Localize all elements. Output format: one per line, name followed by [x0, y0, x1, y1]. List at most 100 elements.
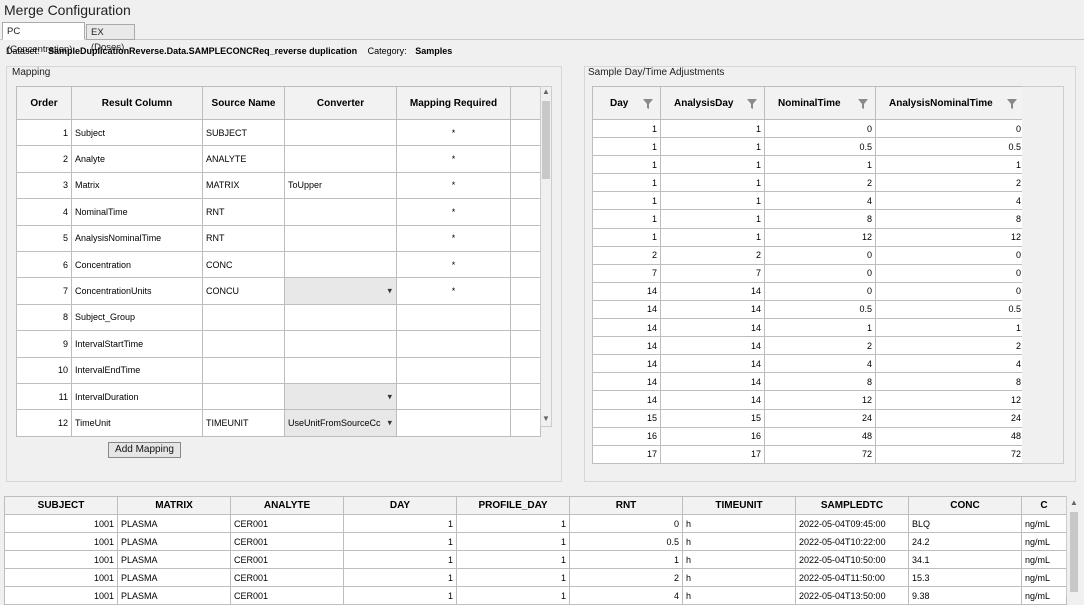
- sample-day-cell[interactable]: 1: [764, 318, 876, 338]
- data-grid-cell[interactable]: CER001: [230, 550, 344, 569]
- sample-day-cell[interactable]: 14: [592, 336, 661, 356]
- table-row[interactable]: 14 14 12 12: [592, 390, 1025, 410]
- data-grid-cell[interactable]: ng/mL: [1021, 514, 1067, 533]
- data-grid-cell[interactable]: ng/mL: [1021, 532, 1067, 551]
- sample-day-cell[interactable]: 12: [875, 227, 1025, 247]
- add-mapping-button[interactable]: Add Mapping: [108, 442, 181, 458]
- source-name-cell[interactable]: ANALYTE: [202, 145, 285, 173]
- table-row[interactable]: 7ConcentrationUnitsCONCU *: [16, 277, 541, 305]
- sample-day-cell[interactable]: 0: [764, 118, 876, 139]
- sample-day-cell[interactable]: 72: [875, 444, 1025, 464]
- data-grid-column-header[interactable]: ANALYTE: [230, 496, 344, 515]
- table-row[interactable]: 14 14 0 0: [592, 281, 1025, 301]
- data-grid-cell[interactable]: ng/mL: [1021, 568, 1067, 587]
- sample-day-cell[interactable]: 0.5: [764, 299, 876, 320]
- sample-day-cell[interactable]: 14: [660, 336, 765, 356]
- table-row[interactable]: 14 14 0.5 0.5: [592, 299, 1025, 320]
- table-row[interactable]: 1122: [592, 173, 1025, 193]
- converter-dropdown[interactable]: UseUnitFromSourceCc: [284, 409, 397, 437]
- table-row[interactable]: 1001 PLASMA CER001 1 1 2 h 2022-05-04T11:50:00 1…: [4, 568, 1067, 587]
- table-row[interactable]: 6 Concentration CONC *: [16, 250, 541, 279]
- table-row[interactable]: 1001 PLASMA CER001 1 1 0 h 2022-05-04T09:45:00 B…: [4, 514, 1067, 533]
- filter-icon[interactable]: [858, 98, 868, 109]
- source-name-cell[interactable]: [202, 303, 285, 332]
- data-grid-cell[interactable]: 0: [569, 514, 683, 533]
- mapping-column-header[interactable]: Source Name: [202, 86, 285, 120]
- converter-cell[interactable]: [284, 145, 397, 173]
- data-grid-cell[interactable]: 0.5: [569, 532, 683, 551]
- sample-day-cell[interactable]: 2: [875, 336, 1025, 356]
- sample-day-cell[interactable]: 14: [592, 299, 661, 320]
- table-row[interactable]: 1001 PLASMA CER001 1 1 0.5 h 2022-05-04T10:22:0…: [4, 532, 1067, 551]
- sample-day-cell[interactable]: 4: [764, 191, 876, 211]
- sample-day-cell[interactable]: 1: [875, 155, 1025, 175]
- data-grid-column-header[interactable]: CONC: [908, 496, 1022, 515]
- data-grid-column-header[interactable]: RNT: [569, 496, 683, 515]
- table-row[interactable]: 2 Analyte ANALYTE *: [16, 145, 541, 173]
- data-grid-cell[interactable]: 1001: [4, 514, 118, 533]
- mapping-scrollbar[interactable]: ▲ ▼: [540, 86, 552, 427]
- table-row[interactable]: 1 1 12 12: [592, 227, 1025, 247]
- sample-day-cell[interactable]: 16: [592, 426, 661, 446]
- sample-day-cell[interactable]: 0: [764, 281, 876, 301]
- sample-day-cell[interactable]: 1: [660, 191, 765, 211]
- sample-day-cell[interactable]: 1: [660, 209, 765, 229]
- data-grid-cell[interactable]: PLASMA: [117, 568, 231, 587]
- source-name-cell[interactable]: MATRIX: [202, 171, 285, 200]
- data-grid-cell[interactable]: CER001: [230, 568, 344, 587]
- data-grid-column-header[interactable]: SUBJECT: [4, 496, 118, 515]
- table-row[interactable]: 12 TimeUnit TIMEUNIT UseUnitFromSourceCc: [16, 409, 541, 437]
- data-grid-cell[interactable]: BLQ: [908, 514, 1022, 533]
- table-row[interactable]: 14 14 1 1: [592, 318, 1025, 338]
- data-grid-cell[interactable]: h: [682, 550, 796, 569]
- table-row[interactable]: 5 AnalysisNominalTime RNT *: [16, 224, 541, 252]
- sample-day-cell[interactable]: 14: [660, 372, 765, 392]
- sample-day-column-header[interactable]: NominalTime: [764, 86, 876, 120]
- converter-cell[interactable]: [284, 118, 397, 147]
- data-grid-cell[interactable]: h: [682, 514, 796, 533]
- sample-day-cell[interactable]: 1: [592, 173, 661, 193]
- sample-day-cell[interactable]: 0.5: [875, 137, 1025, 157]
- table-row[interactable]: 16 16 48 48: [592, 426, 1025, 446]
- sample-day-cell[interactable]: 4: [764, 354, 876, 374]
- data-grid-cell[interactable]: 1: [343, 550, 457, 569]
- sample-day-cell[interactable]: 8: [875, 372, 1025, 392]
- sample-day-cell[interactable]: 2: [764, 336, 876, 356]
- sample-day-column-header[interactable]: Day: [592, 86, 661, 120]
- table-row[interactable]: 3 Matrix MATRIX ToUpper *: [16, 171, 541, 200]
- sample-day-cell[interactable]: 12: [764, 227, 876, 247]
- sample-day-cell[interactable]: 2: [875, 173, 1025, 193]
- data-grid-cell[interactable]: 34.1: [908, 550, 1022, 569]
- scroll-up-icon[interactable]: ▲: [541, 87, 551, 99]
- sample-day-cell[interactable]: 2: [592, 245, 661, 265]
- sample-day-cell[interactable]: 14: [660, 390, 765, 410]
- sample-day-cell[interactable]: 12: [875, 390, 1025, 410]
- sample-day-cell[interactable]: 12: [764, 390, 876, 410]
- data-grid-cell[interactable]: CER001: [230, 532, 344, 551]
- sample-day-cell[interactable]: 1: [592, 191, 661, 211]
- sample-day-cell[interactable]: 1: [660, 173, 765, 193]
- scroll-down-icon[interactable]: ▼: [541, 414, 551, 426]
- sample-day-cell[interactable]: 8: [764, 209, 876, 229]
- sample-day-cell[interactable]: 14: [660, 354, 765, 374]
- sample-day-cell[interactable]: 1: [660, 118, 765, 139]
- sample-day-cell[interactable]: 72: [764, 444, 876, 464]
- sample-day-cell[interactable]: 15: [592, 408, 661, 428]
- table-row[interactable]: 7700: [592, 263, 1025, 283]
- mapping-column-header[interactable]: Order: [16, 86, 72, 120]
- data-grid-cell[interactable]: 2022-05-04T11:50:00: [795, 568, 909, 587]
- source-name-cell[interactable]: TIMEUNIT: [202, 409, 285, 437]
- table-row[interactable]: 9 IntervalStartTime: [16, 330, 541, 358]
- data-grid-cell[interactable]: 1001: [4, 532, 118, 551]
- data-grid-cell[interactable]: 1001: [4, 568, 118, 587]
- sample-day-cell[interactable]: 1: [764, 155, 876, 175]
- sample-day-cell[interactable]: 1: [660, 227, 765, 247]
- sample-day-cell[interactable]: 1: [592, 209, 661, 229]
- data-grid-cell[interactable]: h: [682, 568, 796, 587]
- sample-day-cell[interactable]: 14: [592, 318, 661, 338]
- data-grid-column-header[interactable]: TIMEUNIT: [682, 496, 796, 515]
- data-grid-cell[interactable]: 2: [569, 568, 683, 587]
- table-row[interactable]: 14 14 4 4: [592, 354, 1025, 374]
- tab-ex-doses[interactable]: EX (Doses): [86, 24, 135, 53]
- sample-day-cell[interactable]: 0: [764, 245, 876, 265]
